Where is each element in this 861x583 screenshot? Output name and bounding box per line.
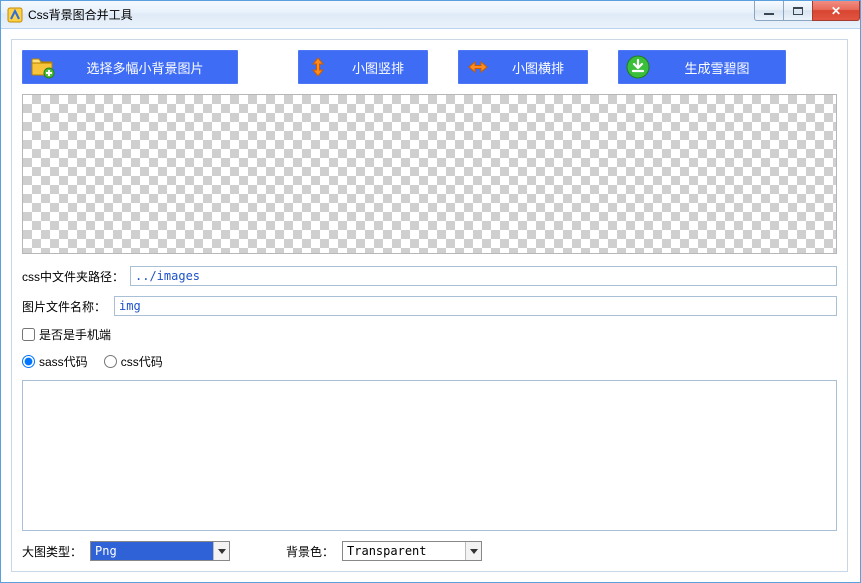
- window-title: Css背景图合并工具: [28, 6, 133, 23]
- image-type-select[interactable]: Png: [90, 541, 230, 561]
- download-icon: [624, 53, 652, 81]
- bg-color-select[interactable]: Transparent: [342, 541, 482, 561]
- folder-path-input[interactable]: [130, 266, 837, 286]
- mobile-checkbox[interactable]: [22, 328, 35, 341]
- app-window: Css背景图合并工具 ✕: [0, 0, 861, 583]
- maximize-button[interactable]: [783, 1, 813, 21]
- arrange-vertical-button[interactable]: 小图竖排: [298, 50, 428, 84]
- preview-canvas: [22, 94, 837, 254]
- bottom-row: 大图类型： Png 背景色： Transparent: [22, 541, 837, 561]
- close-button[interactable]: ✕: [812, 1, 860, 21]
- main-panel: 选择多幅小背景图片 小图竖排 小: [11, 39, 848, 572]
- generate-sprite-button[interactable]: 生成雪碧图: [618, 50, 786, 84]
- bg-color-label: 背景色：: [286, 543, 334, 560]
- css-radio-label: css代码: [121, 353, 163, 370]
- dropdown-caret-icon: [465, 542, 481, 560]
- arrange-vertical-label: 小图竖排: [342, 58, 414, 77]
- app-icon: [7, 7, 23, 23]
- arrange-horizontal-button[interactable]: 小图横排: [458, 50, 588, 84]
- filename-input[interactable]: [114, 296, 837, 316]
- generate-sprite-label: 生成雪碧图: [662, 58, 772, 77]
- mobile-checkbox-label[interactable]: 是否是手机端: [39, 326, 111, 343]
- titlebar[interactable]: Css背景图合并工具 ✕: [1, 1, 860, 29]
- code-output-textarea[interactable]: [22, 380, 837, 531]
- sass-radio[interactable]: [22, 355, 35, 368]
- folder-path-row: css中文件夹路径：: [22, 266, 837, 286]
- sass-radio-label: sass代码: [39, 353, 88, 370]
- bg-color-value: Transparent: [347, 544, 426, 558]
- window-controls: ✕: [755, 1, 860, 21]
- vertical-arrows-icon: [304, 53, 332, 81]
- client-area: 选择多幅小背景图片 小图竖排 小: [1, 29, 860, 582]
- filename-row: 图片文件名称：: [22, 296, 837, 316]
- sass-radio-wrap[interactable]: sass代码: [22, 353, 88, 370]
- image-type-value: Png: [95, 544, 117, 558]
- dropdown-caret-icon: [213, 542, 229, 560]
- folder-path-label: css中文件夹路径：: [22, 268, 130, 285]
- select-images-label: 选择多幅小背景图片: [66, 58, 224, 77]
- arrange-horizontal-label: 小图横排: [502, 58, 574, 77]
- toolbar: 选择多幅小背景图片 小图竖排 小: [22, 50, 837, 84]
- code-type-radiogroup: sass代码 css代码: [22, 353, 837, 370]
- mobile-checkbox-row: 是否是手机端: [22, 326, 837, 343]
- css-radio[interactable]: [104, 355, 117, 368]
- folder-add-icon: [28, 53, 56, 81]
- minimize-button[interactable]: [754, 1, 784, 21]
- filename-label: 图片文件名称：: [22, 298, 114, 315]
- select-images-button[interactable]: 选择多幅小背景图片: [22, 50, 238, 84]
- css-radio-wrap[interactable]: css代码: [104, 353, 163, 370]
- horizontal-arrows-icon: [464, 53, 492, 81]
- image-type-label: 大图类型：: [22, 543, 82, 560]
